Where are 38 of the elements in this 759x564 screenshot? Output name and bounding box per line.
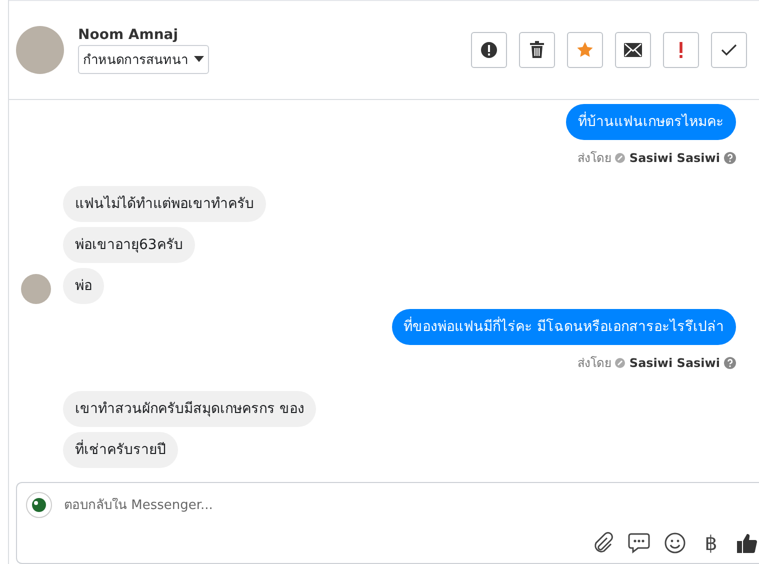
help-icon[interactable] [724,356,736,368]
received-message: แฟนไม่ได้ทำแต่พอเขาทำครับ [63,186,266,222]
badge-icon [615,152,626,162]
sent-message: ที่บ้านแฟนเกษตรไหมคะ [566,104,736,140]
envelope-icon [624,43,642,57]
important-button[interactable] [663,32,699,68]
contact-name: Noom Amnaj [78,26,180,42]
received-message: พ่อเขาอายุ63ครับ [63,227,195,263]
checkmark-icon [721,44,737,56]
currency-button[interactable]: ฿ [699,530,723,556]
emoji-button[interactable] [663,530,687,556]
exclamation-circle-icon [480,41,498,59]
trash-icon [529,41,545,59]
help-icon[interactable] [724,152,736,164]
speech-bubble-icon [628,532,650,554]
sender-name: Sasiwi Sasiwi [629,356,720,370]
caret-icon [194,56,204,62]
smiley-icon [664,532,686,554]
sent-message: ที่ของพ่อแฟนมีกี่ไร่คะ มีโฉดนหรือเอกสารอะไรรึเปล่า [392,309,736,345]
star-button[interactable] [567,32,603,68]
sender-name: Sasiwi Sasiwi [629,150,720,164]
sent-by-label: ส่งโดย [577,355,612,372]
delete-button[interactable] [519,32,555,68]
received-message: พ่อ [63,268,104,304]
received-message: เขาทำสวนผักครับมีสมุดเกษครกร ของ [63,391,316,427]
exclamation-icon [679,42,683,58]
thumbs-up-icon [736,532,758,554]
spam-button[interactable] [471,32,507,68]
avatar-photo [16,26,64,74]
sent-by-label: ส่งโดย [577,150,612,167]
logo-icon [26,492,52,518]
badge-icon [615,358,626,368]
done-button[interactable] [711,32,747,68]
conversation-dropdown[interactable]: กำหนดการสนทนา [78,44,209,74]
received-message: ที่เช่าครับรายปี [63,432,178,468]
star-icon [576,41,594,59]
paperclip-icon [592,532,614,554]
unread-button[interactable] [615,32,651,68]
